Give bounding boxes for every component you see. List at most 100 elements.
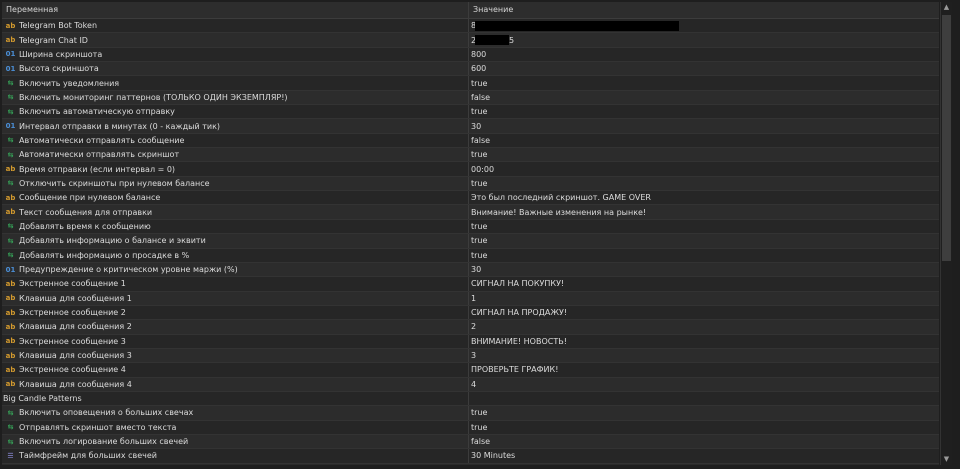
group-header-row[interactable]: Big Candle Patterns xyxy=(2,391,939,407)
table-row[interactable]: ab Клавиша для сообщения 4 4 xyxy=(2,377,939,392)
parameter-value-cell[interactable]: 00:00 xyxy=(469,162,939,175)
parameter-value-cell[interactable]: ПРОВЕРЬТЕ ГРАФИК! xyxy=(469,363,939,376)
table-row[interactable]: ⇆ Включить мониторинг паттернов (ТОЛЬКО О… xyxy=(2,90,939,106)
parameter-name: Включить оповещения о больших свечах xyxy=(19,408,194,418)
table-row[interactable]: ⇆ Включить логирование больших свечей fals… xyxy=(2,434,939,450)
parameter-value-cell[interactable]: true xyxy=(469,421,939,434)
table-row[interactable]: ⇆ Добавлять время к сообщению true xyxy=(2,219,939,235)
parameter-name-cell: ab Время отправки (если интервал = 0) xyxy=(2,162,469,176)
parameter-value-cell[interactable]: false xyxy=(469,91,939,104)
table-row[interactable]: ab Telegram Bot Token 8 xyxy=(2,19,939,34)
parameter-value-cell[interactable]: 600 xyxy=(469,62,939,75)
enum-type-icon: ☰ xyxy=(7,451,14,460)
table-row[interactable]: ⇆ Отправлять скриншот вместо текста true xyxy=(2,420,939,435)
boolean-type-icon: ⇆ xyxy=(7,179,14,188)
parameter-value-cell[interactable]: 30 xyxy=(469,119,939,132)
parameter-value-tail: 5 xyxy=(509,35,515,45)
table-row[interactable]: ab Экстренное сообщение 1 СИГНАЛ НА ПОКУПК… xyxy=(2,277,939,292)
table-row[interactable]: ab Telegram Chat ID 2 5 xyxy=(2,33,939,48)
parameter-name: Экстренное сообщение 1 xyxy=(19,279,126,289)
table-row[interactable]: ab Клавиша для сообщения 11 xyxy=(2,291,939,306)
string-type-icon: ab xyxy=(5,21,16,30)
parameter-value-cell[interactable]: true xyxy=(469,177,939,190)
parameter-value-cell[interactable]: 30 xyxy=(469,263,939,276)
table-row[interactable]: 01 Интервал отправки в минутах (0 - кажды… xyxy=(2,119,939,134)
table-row[interactable]: 01 Ширина скриншота 800 xyxy=(2,47,939,63)
string-type-icon: ab xyxy=(5,308,16,317)
table-row[interactable]: ab Экстренное сообщение 3 ВНИМАНИЕ! НОВОСТ… xyxy=(2,334,939,349)
parameter-name: Экстренное сообщение 3 xyxy=(19,336,126,346)
parameter-value-cell[interactable]: true xyxy=(469,406,939,419)
parameter-value-cell[interactable]: true xyxy=(469,105,939,118)
table-row[interactable]: ab Сообщение при нулевом балансе Это был п… xyxy=(2,191,939,206)
parameter-value-cell[interactable]: ВНИМАНИЕ! НОВОСТЬ! xyxy=(469,335,939,348)
table-row[interactable]: ab Клавиша для сообщения 33 xyxy=(2,348,939,364)
parameter-value-cell[interactable]: 8 xyxy=(469,19,939,32)
scroll-up-icon[interactable]: ▲ xyxy=(941,2,952,13)
table-row[interactable]: ab Время отправки (если интервал = 0) 00:0… xyxy=(2,162,939,177)
table-row[interactable]: 01 Предупреждение о критическом уровне ма… xyxy=(2,262,939,278)
parameter-value-cell[interactable]: false xyxy=(469,435,939,448)
boolean-type-icon: ⇆ xyxy=(7,136,14,145)
boolean-type-icon: ⇆ xyxy=(7,93,14,102)
parameter-name: Включить автоматическую отправку xyxy=(19,107,175,117)
parameter-value-cell[interactable]: 25 xyxy=(469,33,939,46)
string-type-icon: ab xyxy=(5,380,16,389)
parameter-value-cell[interactable]: true xyxy=(469,220,939,233)
parameter-value-cell[interactable]: Это был последний скриншот. GAME OVER xyxy=(469,191,939,204)
table-row[interactable]: ⇆ Включить автоматическую отправку true xyxy=(2,105,939,120)
parameter-name: Интервал отправки в минутах (0 - каждый … xyxy=(19,121,221,131)
parameter-name-cell: ⇆ Отключить скриншоты при нулевом балансе xyxy=(2,176,469,191)
parameter-value-cell[interactable]: true xyxy=(469,249,939,262)
table-row[interactable]: ⇆ Включить уведомления true xyxy=(2,76,939,91)
parameter-value-cell[interactable]: true xyxy=(469,234,939,247)
column-header-variable[interactable]: Переменная xyxy=(2,2,469,18)
parameter-name-cell: ⇆ Добавлять время к сообщению xyxy=(2,219,469,234)
parameter-name: Время отправки (если интервал = 0) xyxy=(19,164,176,174)
table-row[interactable]: ab Экстренное сообщение 2 СИГНАЛ НА ПРОДАЖ… xyxy=(2,305,939,321)
parameter-value-cell[interactable]: true xyxy=(469,76,939,89)
table-row[interactable]: ⇆ Добавлять информацию о балансе и эквити… xyxy=(2,234,939,249)
parameter-value-cell[interactable]: Внимание! Важные изменения на рынке! xyxy=(469,205,939,218)
parameter-name-cell: ⇆ Добавлять информацию о балансе и эквити xyxy=(2,234,469,248)
table-row[interactable]: 01 Высота скриншота 600 xyxy=(2,62,939,77)
parameter-value-cell[interactable]: СИГНАЛ НА ПОКУПКУ! xyxy=(469,277,939,290)
parameter-name-cell: ⇆ Автоматически отправлять сообщение xyxy=(2,133,469,148)
parameter-value: Это был последний скриншот. GAME OVER xyxy=(471,193,651,203)
parameter-value-cell[interactable]: 2 xyxy=(469,320,939,333)
table-row[interactable]: ab Клавиша для сообщения 22 xyxy=(2,320,939,335)
table-body: ab Telegram Bot Token 8 ab Telegram Chat ID 2… xyxy=(2,19,939,464)
parameter-value-cell[interactable]: 800 xyxy=(469,48,939,61)
table-row[interactable]: ⇆ Включить оповещения о больших свечах tru… xyxy=(2,406,939,421)
table-row[interactable]: ⇆ Автоматически отправлять сообщение false xyxy=(2,133,939,149)
table-row[interactable]: ☰ Таймфрейм для больших свечей 30 Minutes xyxy=(2,449,939,464)
parameter-value-cell[interactable]: СИГНАЛ НА ПРОДАЖУ! xyxy=(469,306,939,319)
table-row[interactable]: ab Экстренное сообщение 4 ПРОВЕРЬТЕ ГРАФИК… xyxy=(2,363,939,378)
string-type-icon: ab xyxy=(5,322,16,331)
parameter-name-cell: ⇆ Автоматически отправлять скриншот xyxy=(2,148,469,162)
parameter-name: Клавиша для сообщения 4 xyxy=(19,379,132,389)
vertical-scrollbar[interactable]: ▲ ▼ xyxy=(940,2,952,465)
parameter-name: Добавлять информацию о просадке в % xyxy=(19,250,190,260)
string-type-icon: ab xyxy=(5,279,16,288)
parameter-name: Высота скриншота xyxy=(19,64,99,74)
column-header-value[interactable]: Значение xyxy=(469,2,939,18)
table-row[interactable]: ab Текст сообщения для отправки Внимание! … xyxy=(2,205,939,220)
parameters-table: Переменная Значение ab Telegram Bot Token… xyxy=(2,2,939,465)
parameter-value: true xyxy=(471,408,488,418)
parameter-value: true xyxy=(471,178,488,188)
parameter-value-cell[interactable]: 3 xyxy=(469,349,939,362)
parameter-value-cell[interactable]: 1 xyxy=(469,292,939,305)
parameter-value: true xyxy=(471,150,488,160)
table-row[interactable]: ⇆ Добавлять информацию о просадке в % true xyxy=(2,248,939,263)
parameter-value: false xyxy=(471,437,491,447)
parameter-value-cell[interactable]: false xyxy=(469,134,939,147)
parameter-value-cell[interactable]: 30 Minutes xyxy=(469,449,939,462)
parameter-value-cell[interactable]: true xyxy=(469,148,939,161)
parameter-value-cell[interactable]: 4 xyxy=(469,378,939,391)
scroll-down-icon[interactable]: ▼ xyxy=(941,454,952,465)
parameter-name-cell: ab Клавиша для сообщения 1 xyxy=(2,291,469,305)
table-row[interactable]: ⇆ Отключить скриншоты при нулевом балансе… xyxy=(2,176,939,192)
table-row[interactable]: ⇆ Автоматически отправлять скриншот true xyxy=(2,148,939,163)
scrollbar-thumb[interactable] xyxy=(942,15,951,261)
